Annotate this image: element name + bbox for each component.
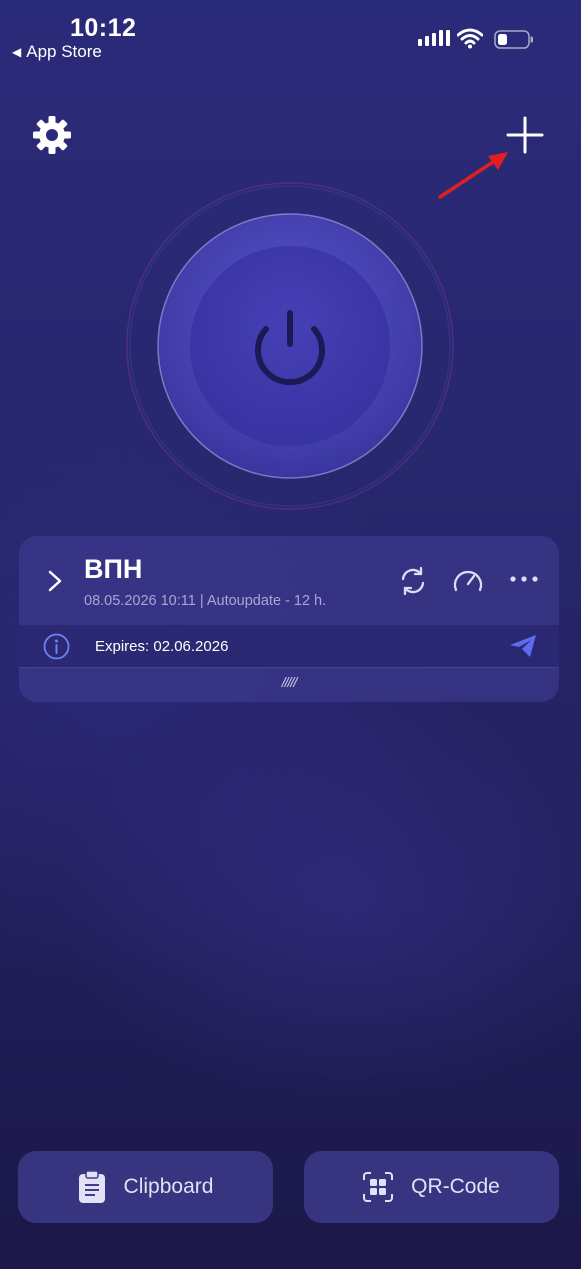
qr-code-label: QR-Code <box>411 1175 500 1198</box>
back-to-app-store[interactable]: ◀ App Store <box>12 42 102 62</box>
qr-code-button[interactable]: QR-Code <box>304 1151 559 1223</box>
connect-power-button[interactable] <box>120 176 460 516</box>
clipboard-button[interactable]: Clipboard <box>18 1151 273 1223</box>
expiry-strip: Expires: 02.06.2026 <box>19 625 559 668</box>
refresh-icon[interactable] <box>398 566 428 596</box>
gear-icon[interactable] <box>32 115 72 155</box>
speedometer-icon[interactable] <box>452 566 484 596</box>
telegram-send-icon[interactable] <box>509 634 537 658</box>
drag-handle[interactable]: ///// <box>19 674 559 690</box>
profile-subtitle: 08.05.2026 10:11 | Autoupdate - 12 h. <box>84 593 327 609</box>
cellular-signal-icon <box>418 30 450 46</box>
wifi-icon <box>457 28 483 49</box>
chevron-right-icon[interactable] <box>47 569 63 593</box>
expires-text: Expires: 02.06.2026 <box>95 638 229 655</box>
battery-icon <box>494 30 533 49</box>
more-icon[interactable] <box>509 574 539 584</box>
qr-scan-icon <box>363 1172 394 1202</box>
back-triangle-icon: ◀ <box>12 45 22 59</box>
profile-title: ВПН <box>84 554 143 584</box>
back-label: App Store <box>26 42 102 61</box>
profile-card[interactable]: ВПН 08.05.2026 10:11 | Autoupdate - 12 h… <box>19 536 559 702</box>
info-icon[interactable] <box>43 633 70 660</box>
clipboard-label: Clipboard <box>123 1175 214 1198</box>
clipboard-icon <box>78 1170 105 1203</box>
status-time: 10:12 <box>70 14 137 42</box>
